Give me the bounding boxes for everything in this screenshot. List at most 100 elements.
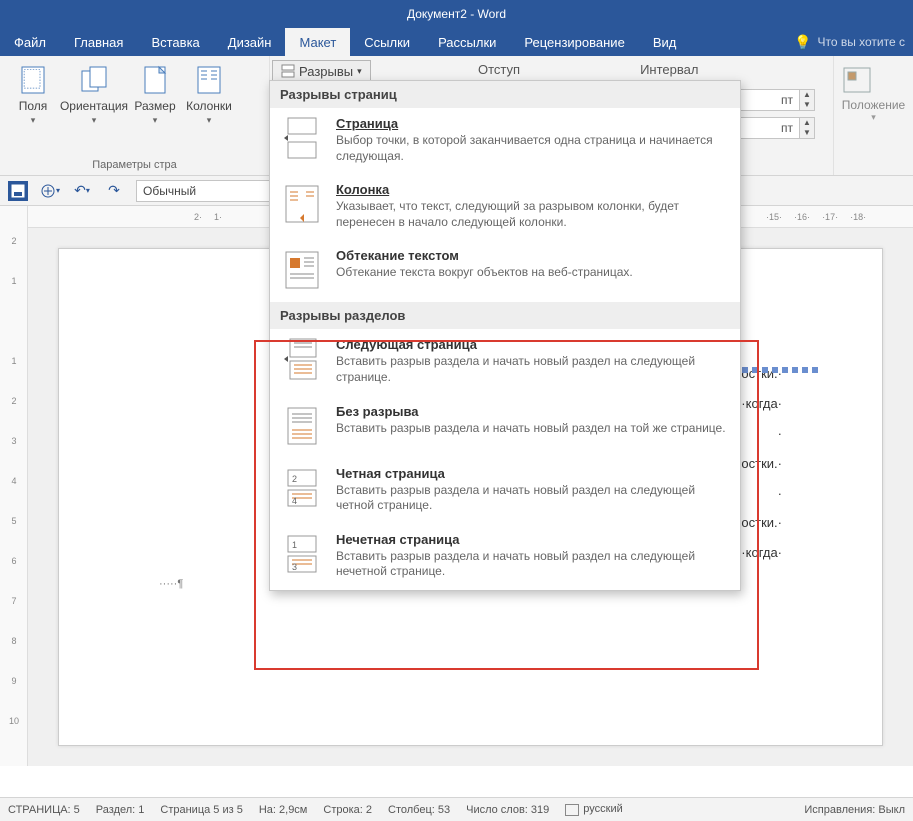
section-breaks-header: Разрывы разделов — [270, 302, 740, 329]
break-odd-title: Нечетная страница — [336, 532, 730, 547]
break-wrap-item[interactable]: Обтекание текстом Обтекание текста вокру… — [270, 240, 740, 302]
spin-down-icon[interactable]: ▼ — [800, 100, 814, 110]
bulb-icon: 💡 — [794, 34, 811, 51]
svg-text:1: 1 — [292, 540, 297, 550]
status-page[interactable]: СТРАНИЦА: 5 — [8, 804, 80, 816]
spin-up-icon[interactable]: ▲ — [800, 90, 814, 100]
undo-button[interactable]: ↶▾ — [72, 181, 92, 201]
menu-home[interactable]: Главная — [60, 28, 137, 56]
size-icon — [139, 64, 171, 96]
text-wrap-break-icon — [280, 248, 324, 292]
page-break-icon — [280, 116, 324, 160]
break-continuous-title: Без разрыва — [336, 404, 730, 419]
page-breaks-header: Разрывы страниц — [270, 81, 740, 108]
chevron-down-icon: ▾ — [153, 115, 158, 126]
break-next-page-item[interactable]: Следующая страница Вставить разрыв разде… — [270, 329, 740, 395]
chevron-down-icon: ▾ — [207, 115, 212, 126]
window-title: Документ2 - Word — [407, 7, 506, 21]
page-setup-group-label: Параметры стра — [0, 157, 269, 175]
size-button[interactable]: Размер ▾ — [128, 60, 182, 126]
status-language[interactable]: русский — [565, 803, 622, 815]
column-break-icon — [280, 182, 324, 226]
menu-bar: Файл Главная Вставка Дизайн Макет Ссылки… — [0, 28, 913, 56]
breaks-dropdown: Разрывы страниц Страница Выбор точки, в … — [269, 80, 741, 591]
spacing-after-input[interactable] — [741, 121, 781, 135]
tell-me[interactable]: 💡 Что вы хотите с — [794, 28, 913, 56]
status-section[interactable]: Раздел: 1 — [96, 804, 145, 816]
break-odd-desc: Вставить разрыв раздела и начать новый р… — [336, 549, 730, 580]
columns-button[interactable]: Колонки ▾ — [182, 60, 236, 126]
break-page-title: Страница — [336, 116, 730, 131]
orientation-icon — [78, 64, 110, 96]
position-icon — [842, 66, 872, 94]
menu-review[interactable]: Рецензирование — [510, 28, 638, 56]
touch-mode-button[interactable]: ▾ — [40, 181, 60, 201]
vertical-ruler: 2112345678910 — [0, 206, 28, 766]
even-page-break-icon: 24 — [280, 466, 324, 510]
breaks-label: Разрывы — [299, 64, 353, 79]
break-odd-page-item[interactable]: 13 Нечетная страница Вставить разрыв раз… — [270, 524, 740, 590]
menu-layout[interactable]: Макет — [285, 28, 350, 56]
book-icon — [565, 804, 579, 816]
size-label: Размер — [134, 100, 175, 113]
menu-design[interactable]: Дизайн — [214, 28, 286, 56]
orientation-button[interactable]: Ориентация ▾ — [60, 60, 128, 126]
breaks-icon — [281, 64, 295, 78]
chevron-down-icon: ▾ — [92, 115, 97, 126]
chevron-down-icon: ▾ — [357, 66, 362, 77]
spacing-after-spinner[interactable]: пт ▲▼ — [740, 117, 815, 139]
status-column[interactable]: Столбец: 53 — [388, 804, 450, 816]
spacing-before-input[interactable] — [741, 93, 781, 107]
spacing-header: Интервал — [640, 62, 698, 77]
spacing-before-spinner[interactable]: пт ▲▼ — [740, 89, 815, 111]
break-column-item[interactable]: Колонка Указывает, что текст, следующий … — [270, 174, 740, 240]
menu-file[interactable]: Файл — [0, 28, 60, 56]
break-next-title: Следующая страница — [336, 337, 730, 352]
position-button[interactable]: Положение ▾ — [842, 66, 905, 123]
break-continuous-desc: Вставить разрыв раздела и начать новый р… — [336, 421, 730, 437]
status-page-of[interactable]: Страница 5 из 5 — [160, 804, 242, 816]
continuous-break-icon — [280, 404, 324, 448]
tell-me-label: Что вы хотите с — [817, 35, 905, 49]
status-words[interactable]: Число слов: 319 — [466, 804, 549, 816]
status-track-changes[interactable]: Исправления: Выкл — [804, 804, 905, 816]
break-next-desc: Вставить разрыв раздела и начать новый р… — [336, 354, 730, 385]
position-group: Положение ▾ — [833, 56, 913, 175]
break-even-page-item[interactable]: 24 Четная страница Вставить разрыв разде… — [270, 458, 740, 524]
margins-button[interactable]: Поля ▾ — [6, 60, 60, 126]
svg-text:2: 2 — [292, 474, 297, 484]
break-even-desc: Вставить разрыв раздела и начать новый р… — [336, 483, 730, 514]
save-button[interactable] — [8, 181, 28, 201]
spin-up-icon[interactable]: ▲ — [800, 118, 814, 128]
menu-references[interactable]: Ссылки — [350, 28, 424, 56]
chevron-down-icon: ▾ — [31, 115, 36, 126]
svg-text:3: 3 — [292, 562, 297, 572]
status-at[interactable]: На: 2,9см — [259, 804, 308, 816]
breaks-button[interactable]: Разрывы ▾ — [272, 60, 371, 82]
svg-text:4: 4 — [292, 496, 297, 506]
title-bar: Документ2 - Word — [0, 0, 913, 28]
indent-header: Отступ — [478, 62, 520, 77]
next-page-break-icon — [280, 337, 324, 381]
break-even-title: Четная страница — [336, 466, 730, 481]
break-continuous-item[interactable]: Без разрыва Вставить разрыв раздела и на… — [270, 396, 740, 458]
status-line[interactable]: Строка: 2 — [323, 804, 372, 816]
break-page-desc: Выбор точки, в которой заканчивается одн… — [336, 133, 730, 164]
orientation-label: Ориентация — [60, 100, 128, 113]
odd-page-break-icon: 13 — [280, 532, 324, 576]
break-column-desc: Указывает, что текст, следующий за разры… — [336, 199, 730, 230]
status-bar: СТРАНИЦА: 5 Раздел: 1 Страница 5 из 5 На… — [0, 797, 913, 821]
menu-view[interactable]: Вид — [639, 28, 691, 56]
break-wrap-title: Обтекание текстом — [336, 248, 730, 263]
menu-mailings[interactable]: Рассылки — [424, 28, 510, 56]
margins-icon — [17, 64, 49, 96]
columns-label: Колонки — [186, 100, 232, 113]
margins-label: Поля — [19, 100, 48, 113]
break-column-title: Колонка — [336, 182, 730, 197]
redo-button[interactable]: ↷ — [104, 181, 124, 201]
menu-insert[interactable]: Вставка — [137, 28, 213, 56]
break-page-item[interactable]: Страница Выбор точки, в которой заканчив… — [270, 108, 740, 174]
spin-down-icon[interactable]: ▼ — [800, 128, 814, 138]
columns-icon — [193, 64, 225, 96]
break-wrap-desc: Обтекание текста вокруг объектов на веб-… — [336, 265, 730, 281]
